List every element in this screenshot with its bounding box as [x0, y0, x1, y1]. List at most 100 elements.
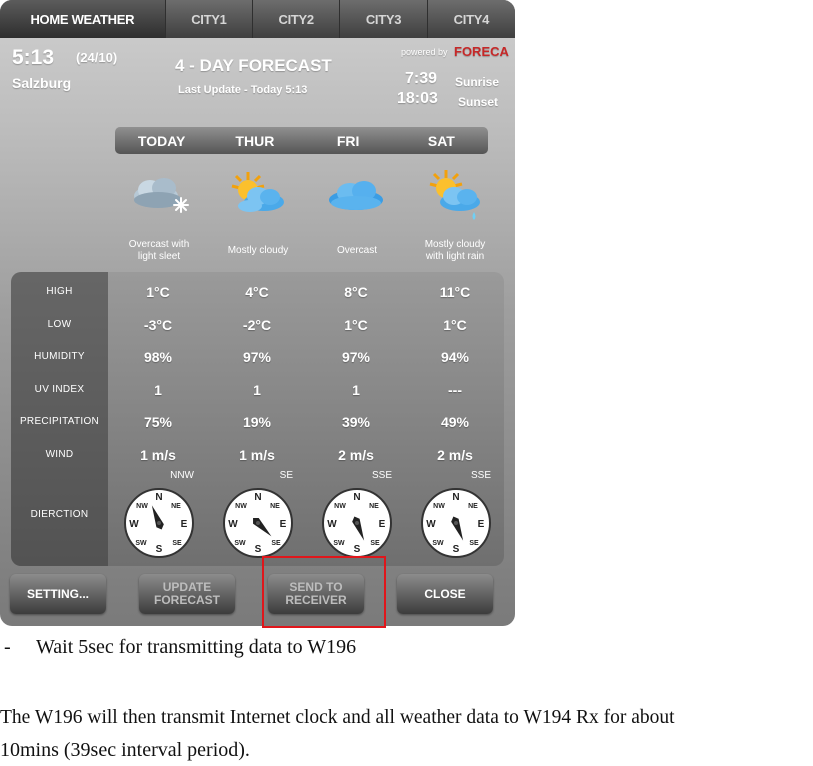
tab-city2[interactable]: CITY2 [253, 0, 341, 38]
compass-letter-n: N [155, 492, 162, 503]
close-button[interactable]: CLOSE [397, 574, 493, 614]
compass-letter-s: S [453, 544, 460, 555]
day-thur: THUR [235, 132, 275, 149]
cell-high-sat: 11°C [439, 284, 471, 300]
cell-uv-sat: --- [448, 382, 462, 398]
cell-wind-thur: 1 m/s [239, 447, 275, 463]
cloud-icon [329, 181, 383, 210]
desc-sat-line2: with light rain [425, 251, 485, 262]
tab-home-weather[interactable]: HOME WEATHER [0, 0, 166, 38]
compass-hub [454, 521, 458, 525]
close-button-label: CLOSE [424, 586, 466, 601]
forecast-title: 4 - DAY FORECAST [175, 56, 332, 75]
label-wind: WIND [45, 449, 74, 460]
desc-fri: Overcast [336, 245, 377, 256]
compass-letter-nw: NW [334, 503, 346, 510]
compass-letter-s: S [156, 544, 163, 555]
compass-letter-w: W [129, 519, 139, 530]
cell-precip-today: 75% [143, 414, 173, 430]
compass-thur: NSEWNENWSESW [223, 488, 293, 558]
compass-letter-w: W [426, 519, 436, 530]
tab-city3[interactable]: CITY3 [340, 0, 428, 38]
compass-letter-ne: NE [270, 503, 280, 510]
cell-low-thur: -2°C [242, 317, 272, 333]
cell-humidity-today: 98% [143, 349, 173, 365]
label-direction: DIERCTION [30, 509, 89, 520]
compass-letter-sw: SW [333, 540, 345, 547]
sunrise-label: Sunrise [455, 75, 500, 89]
cell-low-today: -3°C [143, 317, 173, 333]
sunset-label: Sunset [458, 95, 499, 109]
tab-city4[interactable]: CITY4 [427, 0, 515, 38]
cell-humidity-sat: 94% [440, 349, 470, 365]
settings-button[interactable]: SETTING... [10, 574, 106, 614]
cell-low-fri: 1°C [344, 317, 368, 333]
compass-letter-w: W [327, 519, 337, 530]
desc-today-line2: light sleet [137, 251, 181, 262]
compass-letter-sw: SW [135, 540, 147, 547]
compass-letter-nw: NW [136, 503, 148, 510]
instruction-step: Wait 5sec for transmitting data to W196 [36, 636, 357, 658]
compass-letter-se: SE [172, 540, 182, 547]
cell-uv-today: 1 [154, 382, 162, 398]
compass-letter-sw: SW [432, 540, 444, 547]
desc-thur: Mostly cloudy [227, 245, 289, 256]
compass-hub [355, 521, 359, 525]
compass-fri: NSEWNENWSESW [322, 488, 392, 558]
tab-bar: HOME WEATHER CITY1 CITY2 CITY3 CITY4 [0, 0, 515, 38]
compass-hub [157, 521, 161, 525]
wind-direction-fri: SSE [371, 470, 392, 481]
compass-letter-ne: NE [468, 503, 478, 510]
label-humidity: HUMIDITY [34, 351, 85, 362]
compass-letter-ne: NE [171, 503, 181, 510]
cell-high-thur: 4°C [245, 284, 269, 300]
last-update: Last Update - Today 5:13 [178, 84, 308, 96]
compass-letter-nw: NW [235, 503, 247, 510]
compass-letter-n: N [452, 492, 459, 503]
update-forecast-button[interactable]: UPDATE FORECAST [139, 574, 235, 614]
cell-precip-fri: 39% [341, 414, 371, 430]
wind-direction-today: NNW [170, 470, 194, 481]
label-high: HIGH [46, 286, 73, 297]
sunrise-time: 7:39 [405, 70, 438, 87]
day-today: TODAY [137, 132, 186, 149]
cell-high-today: 1°C [146, 284, 170, 300]
compass-letter-s: S [354, 544, 361, 555]
weather-app-window: HOME WEATHER CITY1 CITY2 CITY3 CITY4 5:1… [0, 0, 515, 626]
paragraph-line-1: The W196 will then transmit Internet clo… [0, 707, 675, 728]
cell-high-fri: 8°C [344, 284, 368, 300]
paragraph-line-2: 10mins (39sec interval period). [0, 739, 250, 761]
highlight-box [262, 556, 386, 628]
desc-today-line1: Overcast with [128, 239, 190, 250]
update-forecast-label: UPDATE FORECAST [154, 580, 220, 607]
day-header-bar: TODAY THUR FRI SAT [115, 127, 488, 154]
compass-letter-n: N [353, 492, 360, 503]
wind-direction-thur: SE [279, 470, 293, 481]
compass-letter-e: E [181, 519, 188, 530]
wind-direction-sat: SSE [470, 470, 491, 481]
compass-hub [256, 521, 260, 525]
compass-letter-w: W [228, 519, 238, 530]
foreca-logo: FORECA [454, 44, 509, 59]
compass-today: NSEWNENWSESW [124, 488, 194, 558]
compass-letter-se: SE [469, 540, 479, 547]
cell-wind-sat: 2 m/s [437, 447, 473, 463]
current-time: 5:13 [12, 46, 55, 69]
cell-wind-fri: 2 m/s [338, 447, 374, 463]
powered-by-label: powered by [401, 47, 448, 57]
day-sat: SAT [427, 132, 455, 149]
desc-sat: Mostly cloudy with light rain [407, 239, 503, 263]
cell-uv-thur: 1 [253, 382, 261, 398]
compass-letter-nw: NW [433, 503, 445, 510]
current-date: (24/10) [76, 50, 118, 65]
label-low: LOW [47, 319, 72, 330]
cell-precip-thur: 19% [242, 414, 272, 430]
tab-city1[interactable]: CITY1 [165, 0, 254, 38]
compass-letter-n: N [254, 492, 261, 503]
compass-letter-e: E [478, 519, 485, 530]
row-labels: HIGH LOW HUMIDITY UV INDEX PRECIPITATION… [11, 272, 108, 566]
compass-letter-se: SE [370, 540, 380, 547]
cell-humidity-fri: 97% [341, 349, 371, 365]
label-uv-index: UV INDEX [34, 384, 85, 395]
cell-precip-sat: 49% [440, 414, 470, 430]
